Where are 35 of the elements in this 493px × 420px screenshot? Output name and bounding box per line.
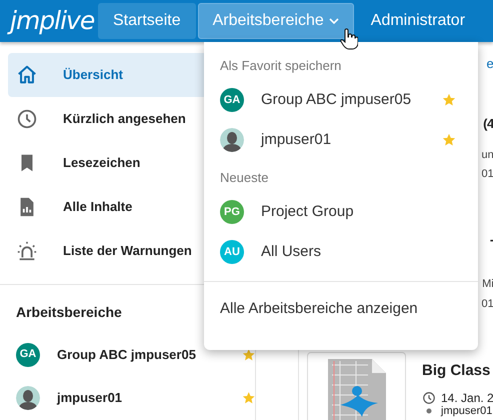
star-icon[interactable] <box>442 93 456 107</box>
link-text[interactable]: e <box>486 54 493 74</box>
avatar-icon <box>220 128 244 152</box>
section-heading: Arbeitsbereiche <box>16 303 122 322</box>
date-text: 14. Jan. 2 <box>441 390 493 405</box>
menu-item[interactable]: jmpuser01 <box>204 120 478 160</box>
avatar: PG <box>220 200 244 224</box>
star-icon[interactable] <box>442 133 456 147</box>
owner-text: jmpuser01 <box>441 404 492 418</box>
chevron-down-icon <box>328 18 339 24</box>
clock-icon <box>16 108 38 130</box>
avatar-icon <box>16 386 40 410</box>
item-title: - <box>490 231 493 249</box>
meta-text: 01 <box>481 166 493 182</box>
menu-item[interactable]: PG Project Group <box>204 192 478 232</box>
clock-icon <box>422 390 436 405</box>
nav-button[interactable]: Administrator <box>356 3 480 39</box>
nav-button[interactable]: Startseite <box>98 3 196 39</box>
star-icon[interactable] <box>242 348 255 362</box>
meta-text: 01 <box>481 297 493 312</box>
show-all-link[interactable]: Alle Arbeitsbereiche anzeigen <box>204 282 478 336</box>
workspace-link[interactable]: Group ABC jmpuser05 <box>57 344 242 364</box>
home-icon <box>16 64 38 86</box>
star-icon[interactable] <box>242 390 255 404</box>
meta-text: un <box>481 148 493 163</box>
avatar: GA <box>16 342 40 366</box>
avatar: GA <box>220 88 244 112</box>
workspace-link[interactable]: jmpuser01 <box>57 388 242 408</box>
document-drawing <box>326 357 388 420</box>
menu-item[interactable]: AU All Users <box>204 232 478 272</box>
section-heading: Neueste <box>219 169 270 187</box>
card-title[interactable]: Big Class <box>422 360 493 382</box>
avatar: AU <box>220 240 244 264</box>
meta-text: Mi <box>482 276 493 292</box>
alarm-icon <box>16 240 38 262</box>
